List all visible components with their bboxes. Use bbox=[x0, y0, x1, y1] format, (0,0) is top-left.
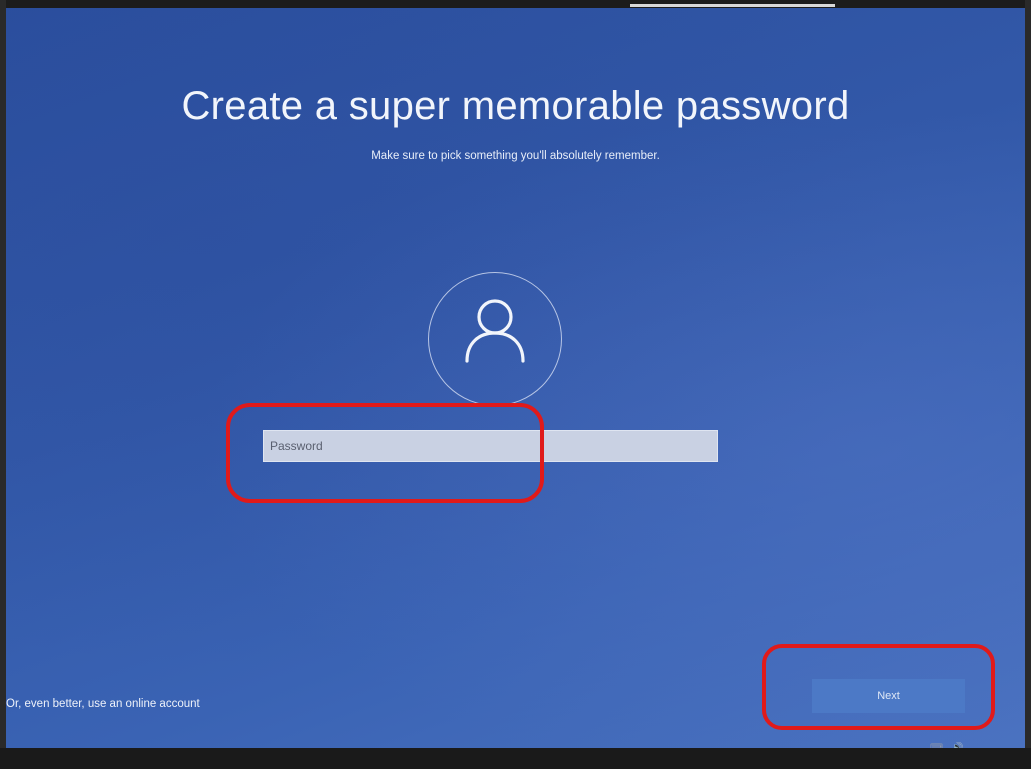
next-button[interactable]: Next bbox=[812, 679, 965, 713]
photo-frame: Create a super memorable password Make s… bbox=[0, 0, 1031, 769]
monitor-bezel-top bbox=[0, 0, 1031, 8]
monitor-bezel-right bbox=[1025, 0, 1031, 769]
page-title: Create a super memorable password bbox=[181, 84, 850, 128]
setup-screen: Create a super memorable password Make s… bbox=[6, 8, 1025, 748]
password-field[interactable] bbox=[263, 430, 718, 462]
monitor-bezel-bottom bbox=[0, 748, 1031, 769]
user-icon bbox=[428, 272, 562, 406]
page-subtitle: Make sure to pick something you'll absol… bbox=[371, 150, 660, 162]
online-account-link[interactable]: Or, even better, use an online account bbox=[6, 698, 200, 710]
screen-glare bbox=[630, 4, 835, 7]
